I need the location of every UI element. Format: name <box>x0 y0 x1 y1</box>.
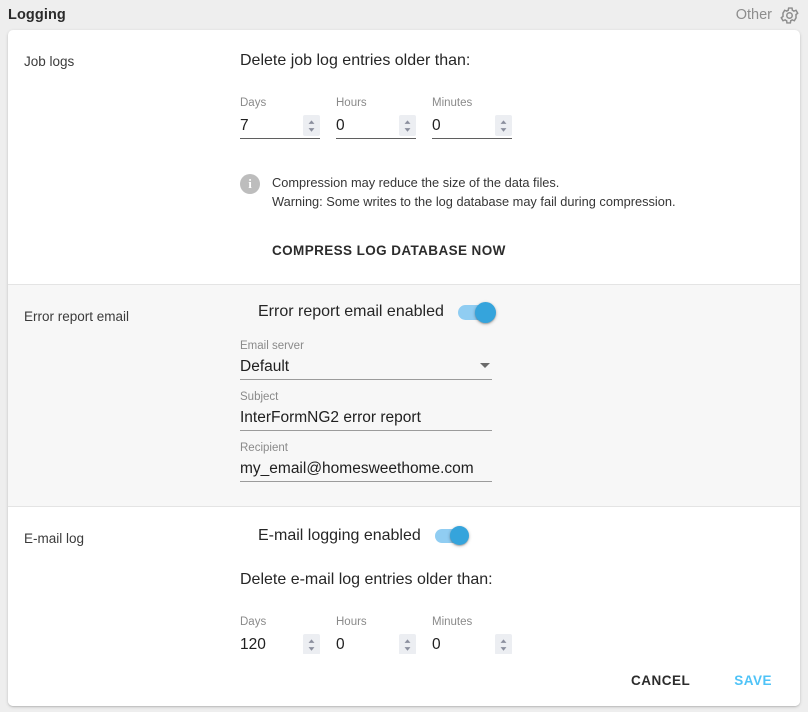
titlebar-category-label: Other <box>735 7 772 23</box>
window-titlebar: Logging Other <box>0 0 808 30</box>
job-logs-hours-field[interactable]: Hours 0 <box>336 96 416 139</box>
email-log-minutes-field[interactable]: Minutes 0 <box>432 615 512 658</box>
dialog-footer: CANCEL SAVE <box>8 654 800 706</box>
email-server-label: Email server <box>240 340 304 352</box>
email-log-days-label: Days <box>240 616 267 628</box>
compress-log-database-button[interactable]: COMPRESS LOG DATABASE NOW <box>264 239 514 262</box>
job-logs-days-label: Days <box>240 97 267 109</box>
email-logging-toggle[interactable] <box>434 525 469 545</box>
job-logs-heading: Delete job log entries older than: <box>240 52 471 69</box>
job-logs-days-box[interactable]: 7 <box>240 114 320 139</box>
compression-note-line-2: Warning: Some writes to the log database… <box>272 194 676 209</box>
email-log-hours-label: Hours <box>336 616 367 628</box>
chevron-down-icon[interactable] <box>480 363 490 368</box>
email-log-days-stepper[interactable] <box>303 634 320 655</box>
email-server-field[interactable]: Email server Default <box>240 339 492 380</box>
error-report-email-toggle-label: Error report email enabled <box>258 303 444 320</box>
toggle-thumb <box>449 525 469 545</box>
toggle-thumb <box>474 301 496 323</box>
email-log-heading: Delete e-mail log entries older than: <box>240 571 493 588</box>
section-error-report-email: Error report email Error report email en… <box>8 285 800 507</box>
email-log-retention-fields: Days 120 Hours 0 Minutes 0 <box>240 615 800 658</box>
error-report-email-toggle[interactable] <box>457 301 496 323</box>
subject-label: Subject <box>240 391 279 403</box>
job-logs-hours-label: Hours <box>336 97 367 109</box>
job-logs-days-stepper[interactable] <box>303 115 320 136</box>
subject-field[interactable]: Subject InterFormNG2 error report <box>240 390 492 431</box>
email-log-hours-field[interactable]: Hours 0 <box>336 615 416 658</box>
subject-value: InterFormNG2 error report <box>240 409 421 426</box>
email-log-minutes-label: Minutes <box>432 616 473 628</box>
email-server-value: Default <box>240 358 290 375</box>
page-title: Logging <box>8 7 66 23</box>
settings-card: Job logs Delete job log entries older th… <box>8 30 800 706</box>
compression-note: i Compression may reduce the size of the… <box>240 173 800 211</box>
job-logs-minutes-stepper[interactable] <box>495 115 512 136</box>
recipient-input-box[interactable]: my_email@homesweethome.com <box>240 456 492 482</box>
job-logs-minutes-label: Minutes <box>432 97 473 109</box>
job-logs-minutes-box[interactable]: 0 <box>432 114 512 139</box>
job-logs-minutes-field[interactable]: Minutes 0 <box>432 96 512 139</box>
gear-icon[interactable] <box>779 5 800 26</box>
error-report-email-toggle-row: Error report email enabled <box>240 301 800 323</box>
email-log-days-field[interactable]: Days 120 <box>240 615 320 658</box>
job-logs-hours-box[interactable]: 0 <box>336 114 416 139</box>
cancel-button[interactable]: CANCEL <box>621 666 700 695</box>
job-logs-days-field[interactable]: Days 7 <box>240 96 320 139</box>
compression-note-line-1: Compression may reduce the size of the d… <box>272 175 560 190</box>
section-label-error-report-email: Error report email <box>24 309 130 324</box>
email-server-select[interactable]: Default <box>240 354 492 380</box>
subject-input-box[interactable]: InterFormNG2 error report <box>240 405 492 431</box>
recipient-value: my_email@homesweethome.com <box>240 460 474 477</box>
section-body-job-logs: Delete job log entries older than: Days … <box>240 30 800 284</box>
compression-note-text: Compression may reduce the size of the d… <box>272 173 676 211</box>
email-logging-toggle-row: E-mail logging enabled <box>240 525 800 545</box>
job-logs-retention-fields: Days 7 Hours 0 Minutes 0 <box>240 96 800 139</box>
section-body-error-report-email: Error report email enabled Email server … <box>240 285 800 506</box>
recipient-field[interactable]: Recipient my_email@homesweethome.com <box>240 441 492 482</box>
email-logging-toggle-label: E-mail logging enabled <box>258 527 421 544</box>
email-log-minutes-stepper[interactable] <box>495 634 512 655</box>
recipient-label: Recipient <box>240 442 288 454</box>
save-button[interactable]: SAVE <box>724 666 782 695</box>
section-job-logs: Job logs Delete job log entries older th… <box>8 30 800 285</box>
info-icon: i <box>240 174 260 194</box>
email-log-hours-stepper[interactable] <box>399 634 416 655</box>
section-label-job-logs: Job logs <box>24 54 75 69</box>
job-logs-hours-stepper[interactable] <box>399 115 416 136</box>
